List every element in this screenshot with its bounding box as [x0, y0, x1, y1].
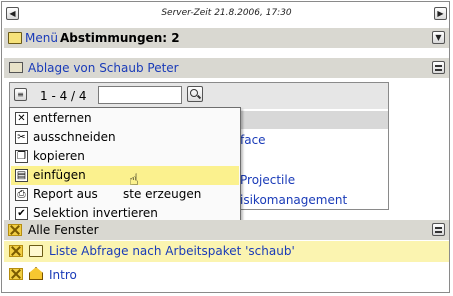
menu-item-paste[interactable]: ▤ einfügen — [11, 166, 239, 185]
list-row-4[interactable]: isikomanagement — [240, 193, 347, 207]
menu-icon — [8, 32, 22, 44]
close-window-icon[interactable] — [9, 268, 23, 280]
ablage-header: Ablage von Schaub Peter — [4, 58, 449, 78]
menu-item-report[interactable]: ⎙ Report aus ste erzeugen — [11, 185, 239, 204]
ablage-toolbar: ≡ 1 - 4 / 4 — [10, 83, 388, 109]
search-button[interactable] — [187, 86, 203, 102]
checkbox-icon: ✔ — [15, 207, 28, 220]
ablage-title[interactable]: Ablage von Schaub Peter — [28, 61, 179, 75]
window-item-active[interactable]: Liste Abfrage nach Arbeitspaket 'schaub' — [4, 241, 449, 262]
close-window-icon[interactable] — [9, 245, 23, 257]
paste-icon: ▤ — [15, 169, 28, 182]
minimize-all-windows-button[interactable] — [432, 223, 445, 236]
page-title: Abstimmungen: 2 — [60, 31, 180, 45]
server-time-bar: ◀ Server-Zeit 21.8.2006, 17:30 ▶ — [4, 4, 449, 24]
server-time: Server-Zeit 21.8.2006, 17:30 — [161, 8, 292, 18]
minimize-button[interactable] — [432, 61, 445, 74]
folder-icon — [29, 245, 43, 257]
item-count: 1 - 4 / 4 — [40, 89, 87, 103]
remove-icon: ✕ — [15, 112, 28, 125]
scissors-icon: ✂ — [15, 131, 28, 144]
copy-icon: ❐ — [15, 150, 28, 163]
all-windows-header: Alle Fenster — [4, 220, 449, 240]
menu-header: Menü Abstimmungen: 2 ▼ — [4, 28, 449, 48]
nav-forward-button[interactable]: ▶ — [434, 7, 447, 20]
hand-cursor-icon: ☝ — [129, 170, 139, 189]
list-menu-button[interactable]: ≡ — [14, 88, 27, 101]
menu-item-copy[interactable]: ❐ kopieren — [11, 147, 239, 166]
report-label-start: Report aus — [33, 187, 98, 201]
menu-item-cut[interactable]: ✂ ausschneiden — [11, 128, 239, 147]
menu-item-remove[interactable]: ✕ entfernen — [11, 109, 239, 128]
all-windows-title: Alle Fenster — [28, 223, 99, 237]
search-input[interactable] — [98, 86, 182, 104]
report-label-end: ste erzeugen — [123, 187, 202, 201]
collapse-button[interactable]: ▼ — [432, 31, 445, 44]
window-item[interactable]: Intro — [4, 264, 449, 285]
window-item-label[interactable]: Intro — [49, 268, 77, 282]
home-icon — [29, 267, 43, 280]
list-row-1[interactable]: face — [240, 133, 266, 147]
main-window: ◀ Server-Zeit 21.8.2006, 17:30 ▶ Menü Ab… — [1, 1, 450, 293]
context-menu: ✕ entfernen ✂ ausschneiden ❐ kopieren ▤ … — [9, 107, 241, 221]
list-row-3[interactable]: Projectile — [240, 173, 295, 187]
menu-link[interactable]: Menü — [25, 31, 58, 45]
window-item-label[interactable]: Liste Abfrage nach Arbeitspaket 'schaub' — [49, 244, 295, 258]
tray-icon — [9, 62, 23, 73]
report-icon: ⎙ — [15, 188, 28, 201]
close-all-icon[interactable] — [8, 224, 22, 236]
